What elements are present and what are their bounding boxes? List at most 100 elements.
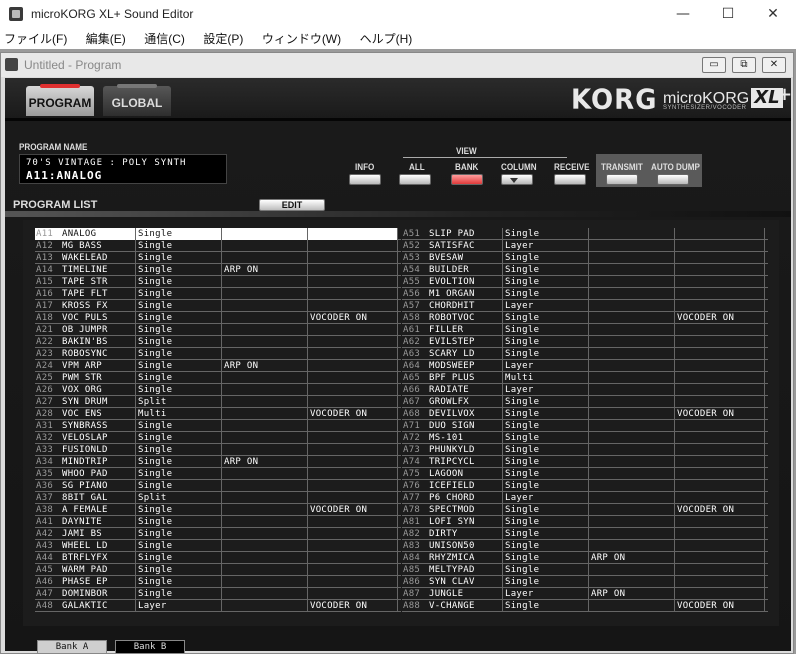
child-restore-button[interactable]: ⧉ (732, 57, 756, 73)
program-type: Single (136, 540, 222, 552)
edit-button[interactable]: EDIT (259, 199, 325, 211)
program-row[interactable]: A23 ROBOSYNC Single (35, 348, 401, 360)
program-type: Single (503, 276, 589, 288)
program-row[interactable]: A34 MINDTRIP Single ARP ON (35, 456, 401, 468)
bank-b-tab[interactable]: Bank B (115, 640, 185, 654)
program-row[interactable]: A65 BPF PLUS Multi (402, 372, 768, 384)
bank-a-tab[interactable]: Bank A (37, 640, 107, 654)
program-row[interactable]: A33 FUSIONLD Single (35, 444, 401, 456)
program-row[interactable]: A73 PHUNKYLD Single (402, 444, 768, 456)
column-dropdown[interactable] (501, 174, 533, 185)
program-row[interactable]: A88 V-CHANGE Single VOCODER ON (402, 600, 768, 612)
program-row[interactable]: A38 A FEMALE Single VOCODER ON (35, 504, 401, 516)
bank-button[interactable] (451, 174, 483, 185)
program-row[interactable]: A25 PWM STR Single (35, 372, 401, 384)
program-row[interactable]: A83 UNISON50 Single (402, 540, 768, 552)
menu-comm[interactable]: 通信(C) (140, 29, 185, 49)
program-row[interactable]: A17 KROSS FX Single (35, 300, 401, 312)
minimize-button[interactable]: — (660, 0, 706, 29)
program-row[interactable]: A67 GROWLFX Single (402, 396, 768, 408)
program-row[interactable]: A35 WHOO PAD Single (35, 468, 401, 480)
close-button[interactable]: ✕ (750, 0, 796, 29)
program-row[interactable]: A87 JUNGLE Layer ARP ON (402, 588, 768, 600)
program-row[interactable]: A28 VOC ENS Multi VOCODER ON (35, 408, 401, 420)
transmit-button[interactable] (606, 174, 638, 185)
program-vocoder (308, 336, 398, 348)
menu-window[interactable]: ウィンドウ(W) (258, 29, 341, 49)
program-row[interactable]: A75 LAGOON Single (402, 468, 768, 480)
program-row[interactable]: A37 8BIT GAL Split (35, 492, 401, 504)
program-vocoder (308, 444, 398, 456)
program-row[interactable]: A32 VELOSLAP Single (35, 432, 401, 444)
program-row[interactable]: A46 PHASE EP Single (35, 576, 401, 588)
program-name: WHEEL LD (60, 540, 136, 552)
program-row[interactable]: A22 BAKIN'BS Single (35, 336, 401, 348)
program-row[interactable]: A64 MODSWEEP Layer (402, 360, 768, 372)
program-arp (222, 312, 308, 324)
program-row[interactable]: A86 SYN CLAV Single (402, 576, 768, 588)
tab-global[interactable]: GLOBAL (103, 84, 171, 116)
program-row[interactable]: A36 SG PIANO Single (35, 480, 401, 492)
program-row[interactable]: A71 DUO SIGN Single (402, 420, 768, 432)
program-row[interactable]: A54 BUILDER Single (402, 264, 768, 276)
program-row[interactable]: A24 VPM ARP Single ARP ON (35, 360, 401, 372)
program-row[interactable]: A45 WARM PAD Single (35, 564, 401, 576)
program-row[interactable]: A44 BTRFLYFX Single (35, 552, 401, 564)
program-row[interactable]: A63 SCARY LD Single (402, 348, 768, 360)
program-row[interactable]: A62 EVILSTEP Single (402, 336, 768, 348)
menu-edit[interactable]: 編集(E) (82, 29, 126, 49)
program-name: BUILDER (427, 264, 503, 276)
program-row[interactable]: A47 DOMINBOR Single (35, 588, 401, 600)
program-row[interactable]: A41 DAYNITE Single (35, 516, 401, 528)
program-row[interactable]: A53 BVESAW Single (402, 252, 768, 264)
child-close-button[interactable]: ✕ (762, 57, 786, 73)
program-row[interactable]: A26 VOX ORG Single (35, 384, 401, 396)
program-row[interactable]: A78 SPECTMOD Single VOCODER ON (402, 504, 768, 516)
program-row[interactable]: A11 ANALOG Single (35, 228, 401, 240)
program-row[interactable]: A58 ROBOTVOC Single VOCODER ON (402, 312, 768, 324)
program-row[interactable]: A13 WAKELEAD Single (35, 252, 401, 264)
program-row[interactable]: A61 FILLER Single (402, 324, 768, 336)
program-vocoder (308, 348, 398, 360)
program-name: FILLER (427, 324, 503, 336)
program-row[interactable]: A15 TAPE STR Single (35, 276, 401, 288)
program-vocoder: VOCODER ON (675, 312, 765, 324)
program-row[interactable]: A76 ICEFIELD Single (402, 480, 768, 492)
info-button[interactable] (349, 174, 381, 185)
program-arp: ARP ON (222, 456, 308, 468)
maximize-button[interactable]: ☐ (705, 0, 751, 29)
program-row[interactable]: A21 OB JUMPR Single (35, 324, 401, 336)
child-minimize-button[interactable]: ▭ (702, 57, 726, 73)
receive-button[interactable] (554, 174, 586, 185)
tab-program[interactable]: PROGRAM (26, 84, 94, 116)
program-row[interactable]: A81 LOFI SYN Single (402, 516, 768, 528)
program-row[interactable]: A48 GALAKTIC Layer VOCODER ON (35, 600, 401, 612)
auto-dump-button[interactable] (657, 174, 689, 185)
program-row[interactable]: A72 MS-101 Single (402, 432, 768, 444)
program-row[interactable]: A42 JAMI BS Single (35, 528, 401, 540)
program-row[interactable]: A85 MELTYPAD Single (402, 564, 768, 576)
program-row[interactable]: A74 TRIPCYCL Single (402, 456, 768, 468)
program-row[interactable]: A43 WHEEL LD Single (35, 540, 401, 552)
program-row[interactable]: A52 SATISFAC Layer (402, 240, 768, 252)
program-row[interactable]: A68 DEVILVOX Single VOCODER ON (402, 408, 768, 420)
program-row[interactable]: A16 TAPE FLT Single (35, 288, 401, 300)
program-row[interactable]: A77 P6 CHORD Layer (402, 492, 768, 504)
menu-file[interactable]: ファイル(F) (0, 29, 67, 49)
program-row[interactable]: A51 SLIP PAD Single (402, 228, 768, 240)
menu-settings[interactable]: 設定(P) (199, 29, 243, 49)
program-row[interactable]: A14 TIMELINE Single ARP ON (35, 264, 401, 276)
program-row[interactable]: A18 VOC PULS Single VOCODER ON (35, 312, 401, 324)
program-row[interactable]: A57 CHORDHIT Layer (402, 300, 768, 312)
all-button[interactable] (399, 174, 431, 185)
program-row[interactable]: A56 M1 ORGAN Single (402, 288, 768, 300)
program-row[interactable]: A31 SYNBRASS Single (35, 420, 401, 432)
program-row[interactable]: A27 SYN DRUM Split (35, 396, 401, 408)
program-row[interactable]: A84 RHYZMICA Single ARP ON (402, 552, 768, 564)
program-type: Single (136, 384, 222, 396)
program-row[interactable]: A82 DIRTY Single (402, 528, 768, 540)
program-row[interactable]: A12 MG BASS Single (35, 240, 401, 252)
program-row[interactable]: A66 RADIATE Layer (402, 384, 768, 396)
menu-help[interactable]: ヘルプ(H) (356, 29, 413, 49)
program-row[interactable]: A55 EVOLTION Single (402, 276, 768, 288)
